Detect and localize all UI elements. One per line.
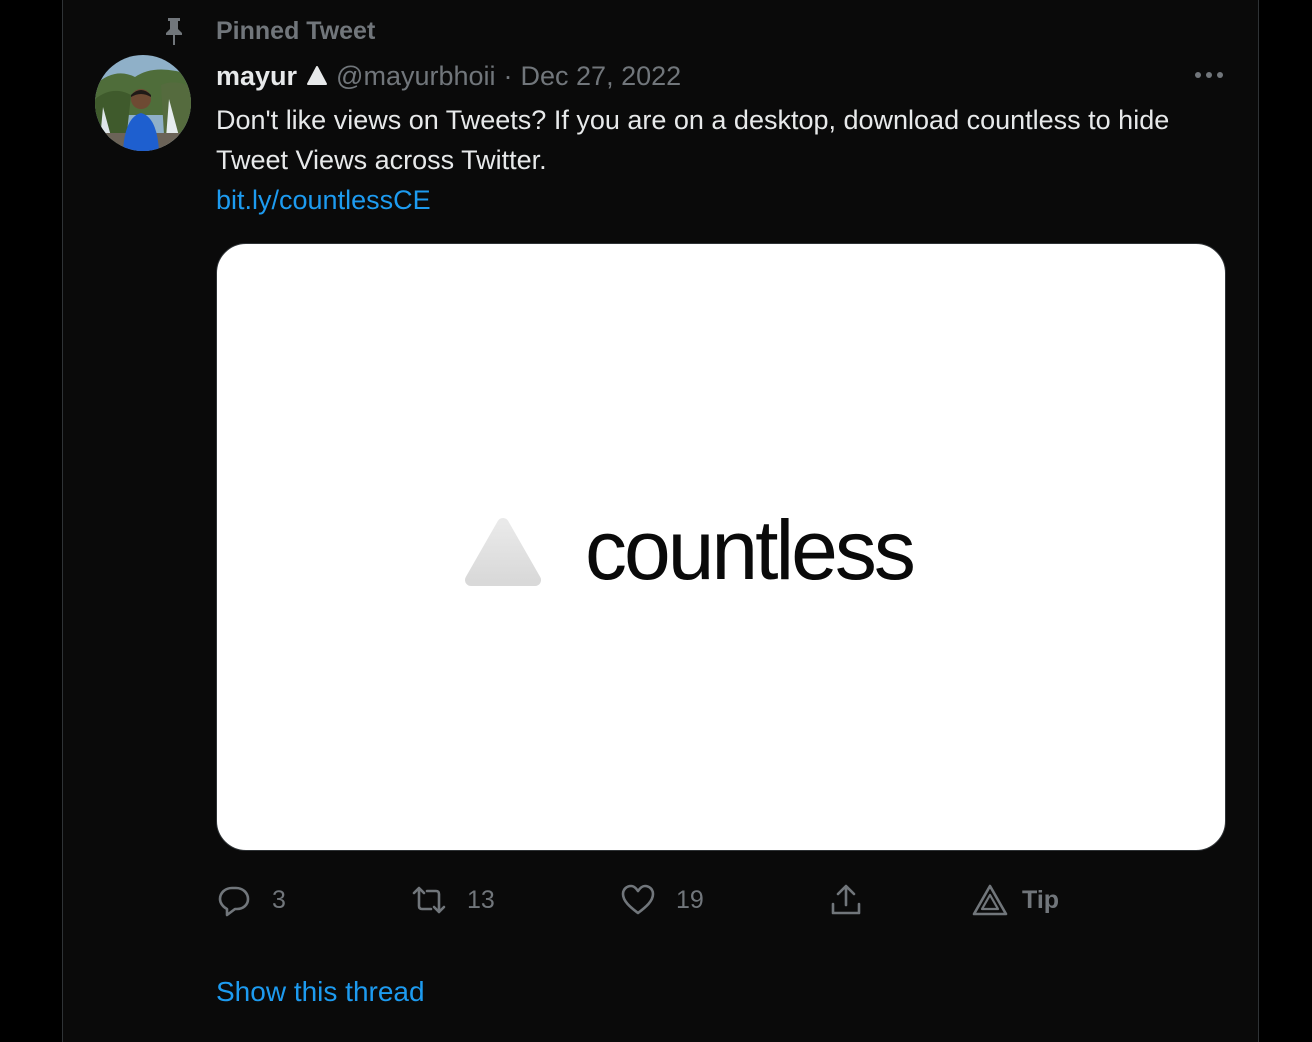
heart-icon [621, 884, 655, 915]
retweet-icon [412, 886, 446, 914]
tweet-header: mayur @mayurbhoii · Dec 27, 2022 [216, 58, 681, 94]
like-button[interactable]: 19 [620, 878, 704, 922]
tweet-text: Don't like views on Tweets? If you are o… [216, 105, 1170, 175]
tweet-link[interactable]: bit.ly/countlessCE [216, 180, 431, 220]
pinned-tweet-label: Pinned Tweet [216, 17, 376, 45]
tip-icon [972, 884, 1008, 916]
more-options-icon[interactable] [1192, 66, 1226, 84]
profile-photo [95, 55, 191, 151]
tip-label: Tip [1022, 885, 1060, 914]
tweet-date[interactable]: Dec 27, 2022 [521, 61, 682, 92]
card-wordmark: countless [585, 503, 916, 597]
separator-dot: · [503, 60, 513, 91]
media-card[interactable]: countless [216, 243, 1226, 851]
share-icon [831, 884, 861, 915]
retweet-button[interactable]: 13 [411, 878, 495, 922]
countless-badge-icon [307, 66, 328, 85]
retweet-count: 13 [467, 885, 495, 914]
user-handle[interactable]: @mayurbhoii [336, 61, 495, 92]
reply-count: 3 [272, 885, 286, 914]
share-button[interactable] [828, 878, 864, 922]
show-thread-link[interactable]: Show this thread [216, 972, 425, 1012]
like-count: 19 [676, 885, 704, 914]
reply-button[interactable]: 3 [216, 878, 286, 922]
reply-icon [218, 886, 250, 917]
avatar[interactable] [95, 55, 191, 151]
display-name[interactable]: mayur [216, 61, 297, 92]
countless-logo-icon [465, 518, 541, 586]
tip-button[interactable]: Tip [972, 878, 1059, 922]
pin-icon [166, 18, 182, 45]
